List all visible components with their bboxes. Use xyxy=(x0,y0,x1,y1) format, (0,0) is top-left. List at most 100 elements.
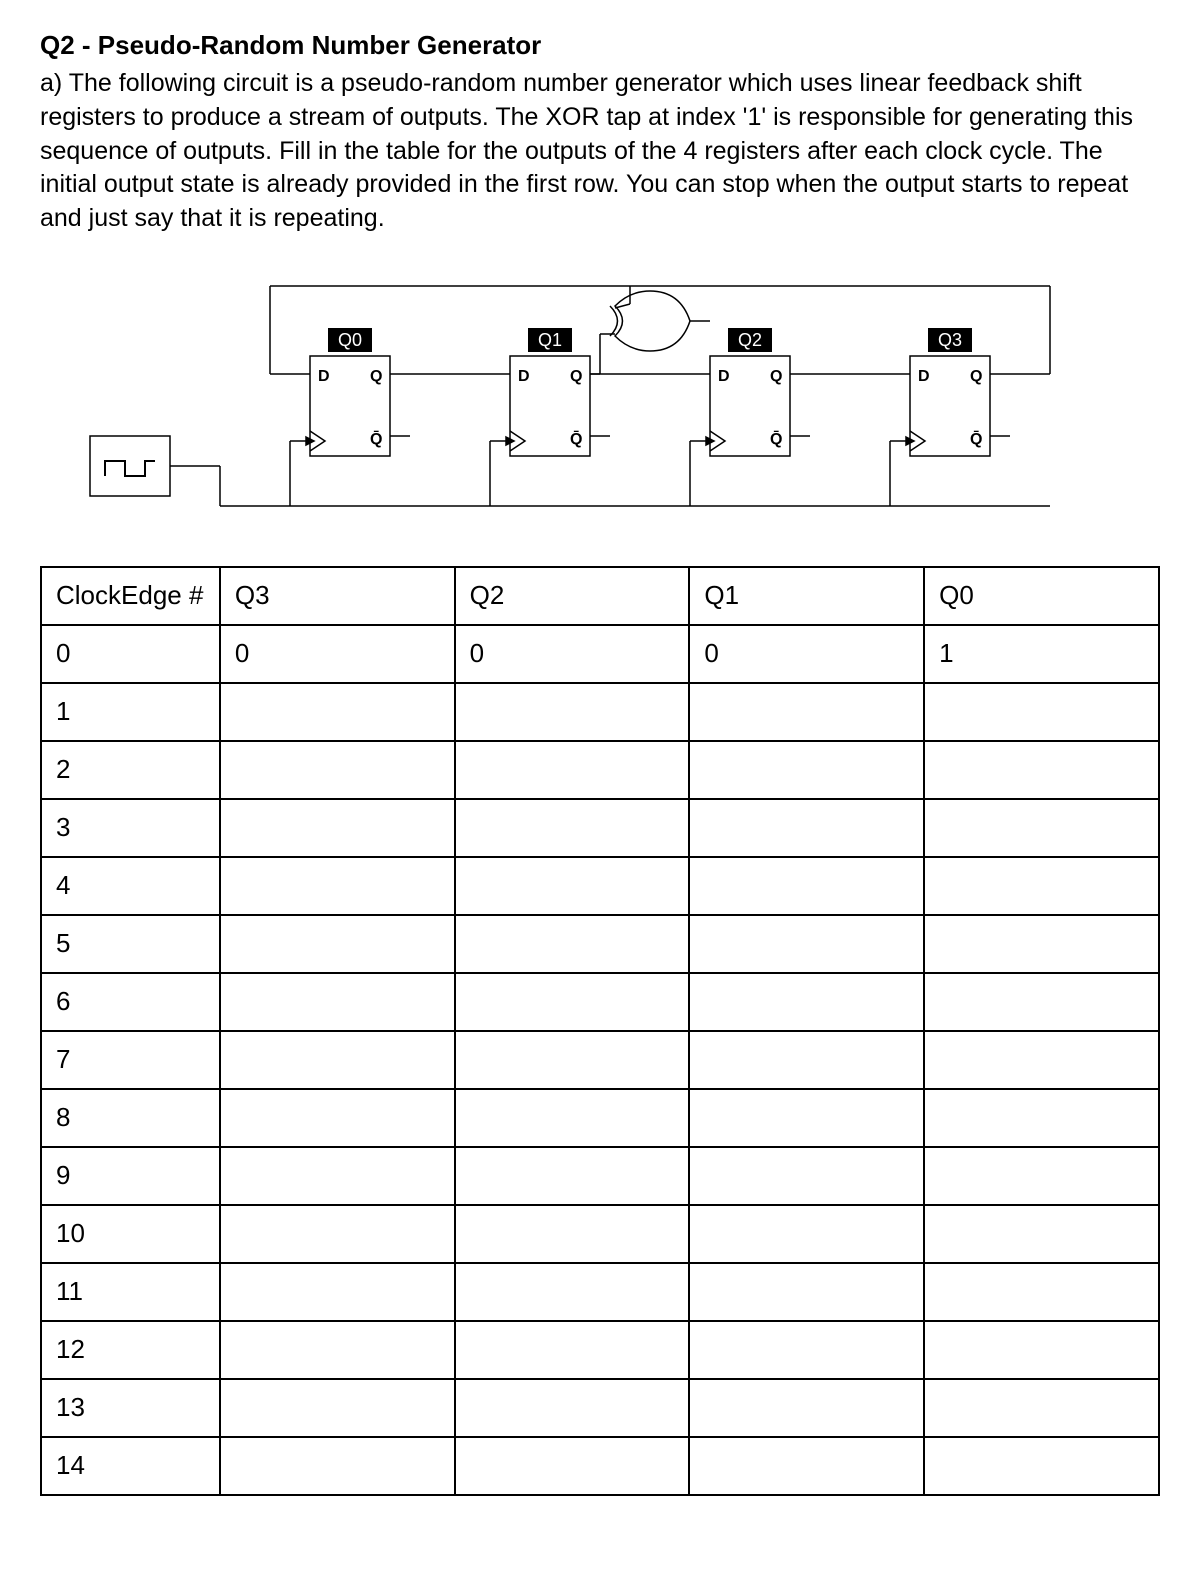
cell-q3 xyxy=(220,683,455,741)
cell-q1 xyxy=(689,915,924,973)
cell-q3 xyxy=(220,1379,455,1437)
table-row: 9 xyxy=(41,1147,1159,1205)
cell-q1 xyxy=(689,1379,924,1437)
col-header-clk: ClockEdge # xyxy=(41,567,220,625)
cell-q1 xyxy=(689,1321,924,1379)
flipflop-q1: D Q Q̄ Q1 xyxy=(510,328,590,456)
cell-q2 xyxy=(455,1321,690,1379)
cell-q0 xyxy=(924,1089,1159,1147)
cell-clk: 11 xyxy=(41,1263,220,1321)
cell-clk: 13 xyxy=(41,1379,220,1437)
cell-q3 xyxy=(220,741,455,799)
cell-q1 xyxy=(689,857,924,915)
table-row: 5 xyxy=(41,915,1159,973)
col-header-q0: Q0 xyxy=(924,567,1159,625)
clock-source-icon xyxy=(90,436,170,496)
cell-q2 xyxy=(455,1437,690,1495)
col-header-q1: Q1 xyxy=(689,567,924,625)
pin-qbar: Q̄ xyxy=(370,429,382,448)
pin-d: D xyxy=(318,368,330,385)
table-row: 2 xyxy=(41,741,1159,799)
cell-q0 xyxy=(924,1031,1159,1089)
table-row: 11 xyxy=(41,1263,1159,1321)
pin-q: Q xyxy=(770,368,782,385)
table-row: 14 xyxy=(41,1437,1159,1495)
cell-clk: 1 xyxy=(41,683,220,741)
cell-q2 xyxy=(455,915,690,973)
cell-q1 xyxy=(689,741,924,799)
register-label-q1: Q1 xyxy=(538,330,562,350)
cell-q1 xyxy=(689,973,924,1031)
cell-q3 xyxy=(220,1089,455,1147)
cell-q1 xyxy=(689,1205,924,1263)
cell-q0 xyxy=(924,1205,1159,1263)
cell-q2 xyxy=(455,799,690,857)
table-row: 6 xyxy=(41,973,1159,1031)
cell-q2 xyxy=(455,1147,690,1205)
pin-qbar: Q̄ xyxy=(770,429,782,448)
cell-q0 xyxy=(924,741,1159,799)
cell-q0 xyxy=(924,1379,1159,1437)
cell-clk: 0 xyxy=(41,625,220,683)
flipflop-q3: D Q Q̄ Q3 xyxy=(910,328,990,456)
cell-q0 xyxy=(924,1147,1159,1205)
cell-q0 xyxy=(924,915,1159,973)
cell-clk: 6 xyxy=(41,973,220,1031)
xor-gate-icon xyxy=(610,291,690,351)
col-header-q2: Q2 xyxy=(455,567,690,625)
flipflop-q0: D Q Q̄ Q0 xyxy=(310,328,390,456)
cell-q0 xyxy=(924,799,1159,857)
register-label-q2: Q2 xyxy=(738,330,762,350)
cell-q0: 1 xyxy=(924,625,1159,683)
cell-q1 xyxy=(689,1031,924,1089)
cell-q3 xyxy=(220,1031,455,1089)
cell-q0 xyxy=(924,1437,1159,1495)
cell-clk: 5 xyxy=(41,915,220,973)
table-row: 7 xyxy=(41,1031,1159,1089)
clock-wires xyxy=(290,437,914,506)
cell-q2 xyxy=(455,857,690,915)
cell-clk: 2 xyxy=(41,741,220,799)
pin-q: Q xyxy=(970,368,982,385)
cell-clk: 9 xyxy=(41,1147,220,1205)
cell-q3 xyxy=(220,973,455,1031)
table-row: 00001 xyxy=(41,625,1159,683)
cell-q3 xyxy=(220,1205,455,1263)
circuit-diagram: D Q Q̄ Q0 D Q Q̄ Q1 D Q Q̄ xyxy=(40,266,1160,526)
cell-q2 xyxy=(455,741,690,799)
cell-q1 xyxy=(689,1437,924,1495)
table-row: 4 xyxy=(41,857,1159,915)
cell-clk: 3 xyxy=(41,799,220,857)
pin-d: D xyxy=(518,368,530,385)
cell-q3 xyxy=(220,799,455,857)
table-row: 13 xyxy=(41,1379,1159,1437)
cell-clk: 8 xyxy=(41,1089,220,1147)
table-row: 12 xyxy=(41,1321,1159,1379)
cell-q2 xyxy=(455,683,690,741)
cell-clk: 10 xyxy=(41,1205,220,1263)
question-prompt: a) The following circuit is a pseudo-ran… xyxy=(40,67,1160,236)
cell-clk: 14 xyxy=(41,1437,220,1495)
cell-q2 xyxy=(455,1205,690,1263)
cell-q1 xyxy=(689,1263,924,1321)
cell-q3: 0 xyxy=(220,625,455,683)
cell-q3 xyxy=(220,1437,455,1495)
answer-table: ClockEdge # Q3 Q2 Q1 Q0 0000112345678910… xyxy=(40,566,1160,1496)
cell-q3 xyxy=(220,857,455,915)
pin-q: Q xyxy=(370,368,382,385)
register-label-q0: Q0 xyxy=(338,330,362,350)
pin-q: Q xyxy=(570,368,582,385)
cell-q0 xyxy=(924,1321,1159,1379)
cell-q2 xyxy=(455,1263,690,1321)
cell-q1 xyxy=(689,1147,924,1205)
cell-q2: 0 xyxy=(455,625,690,683)
question-title: Q2 - Pseudo-Random Number Generator xyxy=(40,30,1160,61)
pin-qbar: Q̄ xyxy=(970,429,982,448)
cell-q3 xyxy=(220,1321,455,1379)
cell-clk: 4 xyxy=(41,857,220,915)
cell-q0 xyxy=(924,857,1159,915)
table-row: 8 xyxy=(41,1089,1159,1147)
cell-q0 xyxy=(924,683,1159,741)
cell-q2 xyxy=(455,1379,690,1437)
pin-qbar: Q̄ xyxy=(570,429,582,448)
